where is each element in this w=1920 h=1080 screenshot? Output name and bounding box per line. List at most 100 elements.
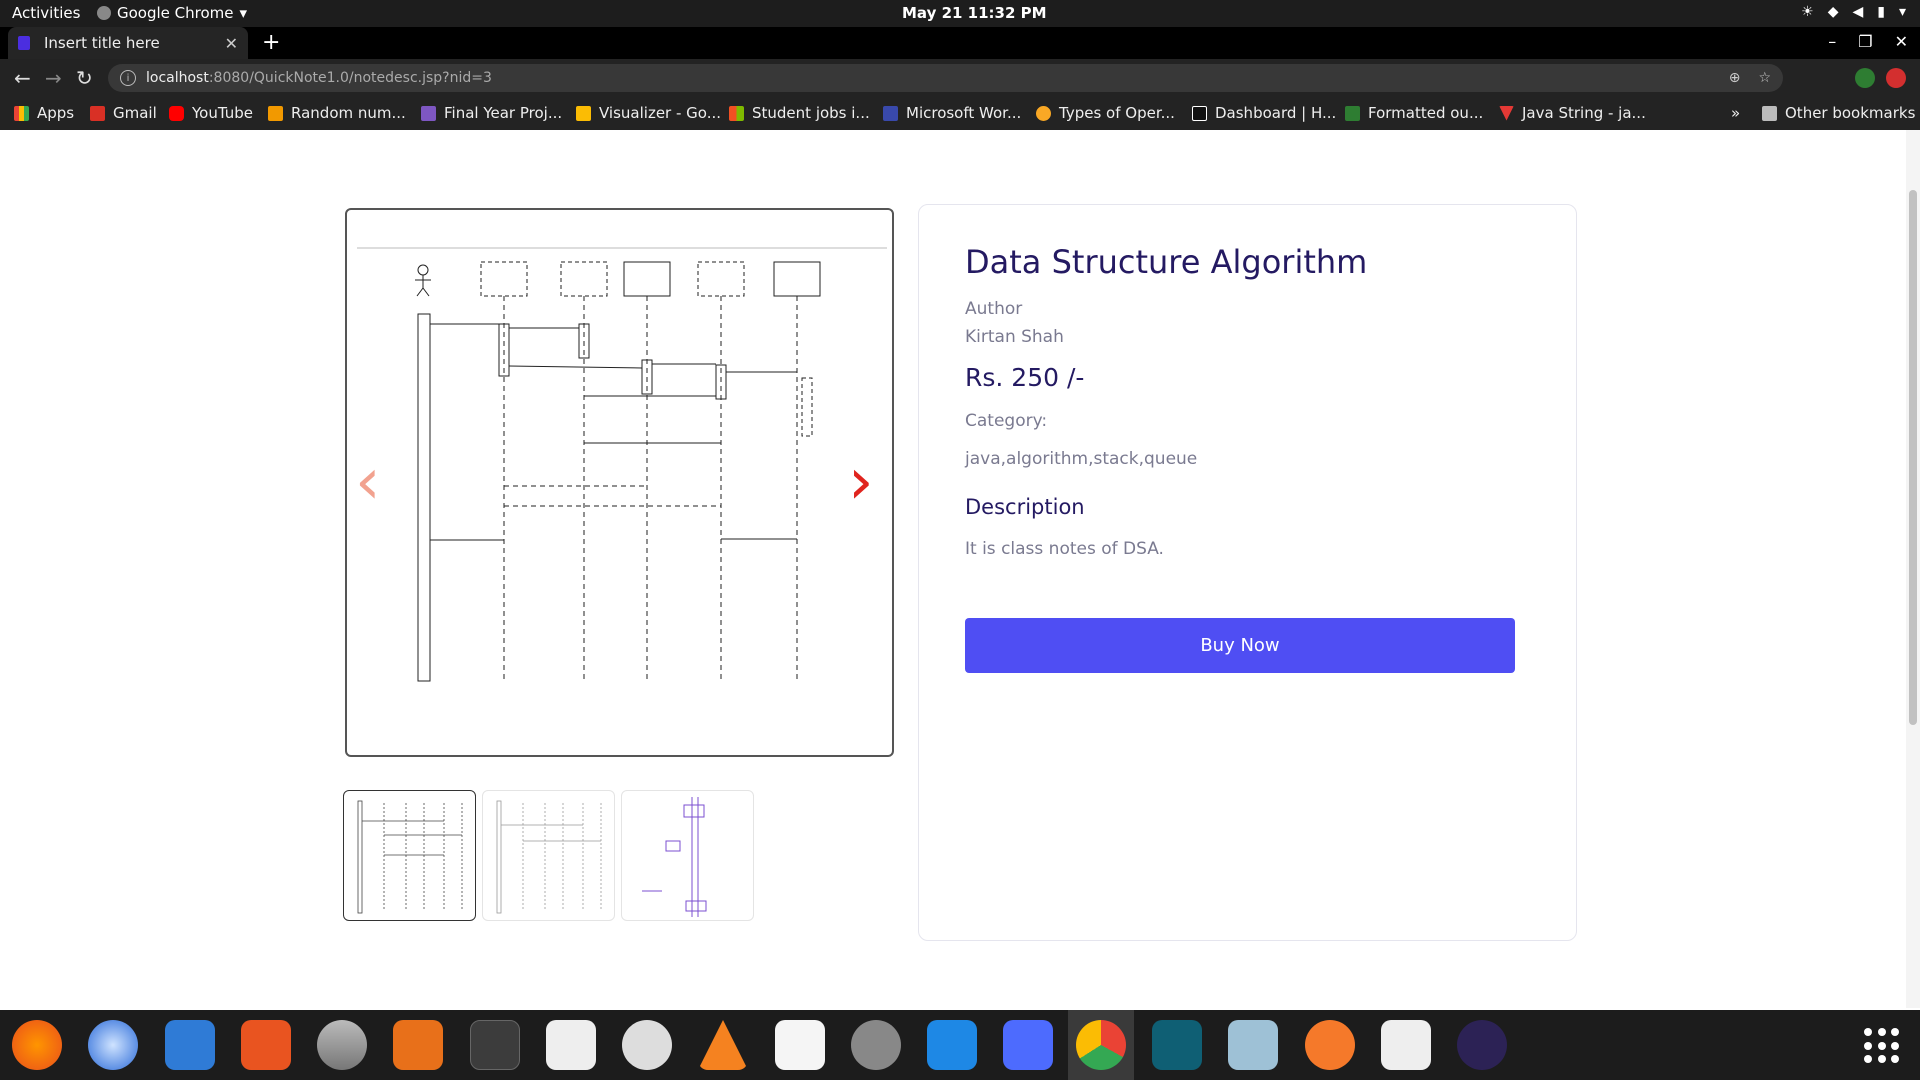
back-icon[interactable]: ← bbox=[14, 66, 31, 90]
apps-grid-icon bbox=[14, 105, 29, 121]
bookmark-final-year-proj[interactable]: Final Year Proj... bbox=[421, 104, 562, 122]
bookmark-apps[interactable]: Apps bbox=[14, 104, 74, 122]
description-heading: Description bbox=[965, 495, 1085, 519]
formatted-icon bbox=[1345, 105, 1360, 121]
doc-icon bbox=[421, 105, 436, 121]
forward-icon[interactable]: → bbox=[45, 66, 62, 90]
minimize-icon[interactable]: – bbox=[1828, 32, 1836, 51]
java-icon bbox=[1499, 105, 1514, 121]
image-viewer-icon[interactable] bbox=[622, 1020, 672, 1070]
system-tray[interactable]: ☀ ◆ ◀ ▮ ▾ bbox=[1801, 4, 1906, 20]
bookmark-youtube[interactable]: YouTube bbox=[169, 104, 253, 122]
types-icon bbox=[1036, 105, 1051, 121]
bookmark-dashboard[interactable]: Dashboard | H... bbox=[1192, 104, 1336, 122]
bookmark-random-num[interactable]: Random num... bbox=[268, 104, 406, 122]
thumbnail-diagram-image bbox=[642, 797, 707, 917]
note-preview-image bbox=[345, 208, 894, 757]
caret-down-icon: ▾ bbox=[239, 4, 248, 22]
close-window-icon[interactable]: ✕ bbox=[1895, 32, 1908, 51]
bookmark-visualizer[interactable]: Visualizer - Go... bbox=[576, 104, 721, 122]
thumbnail-2[interactable] bbox=[482, 790, 615, 921]
zoom-icon[interactable]: ⊕ bbox=[1729, 70, 1741, 86]
wifi-icon: ◆ bbox=[1827, 4, 1839, 20]
profile-extension-icon[interactable] bbox=[1886, 68, 1906, 88]
carousel-next-arrow[interactable]: › bbox=[848, 450, 874, 514]
camera-icon[interactable] bbox=[1228, 1020, 1278, 1070]
other-bookmarks-label: Other bookmarks bbox=[1785, 104, 1916, 122]
page-scrollbar[interactable] bbox=[1906, 130, 1920, 1008]
bookmarks-bar: Apps Gmail YouTube Random num... Final Y… bbox=[0, 97, 1920, 130]
word-icon bbox=[883, 105, 898, 121]
vlc-icon[interactable] bbox=[698, 1020, 748, 1070]
bookmark-java-string[interactable]: Java String - ja... bbox=[1499, 104, 1646, 122]
address-bar[interactable]: i localhost :8080/QuickNote1.0/notedesc.… bbox=[108, 64, 1783, 92]
text-editor-icon[interactable] bbox=[775, 1020, 825, 1070]
libreoffice-writer-icon[interactable] bbox=[165, 1020, 215, 1070]
software-center-icon[interactable] bbox=[241, 1020, 291, 1070]
bookmark-label: YouTube bbox=[192, 104, 253, 122]
description-text: It is class notes of DSA. bbox=[965, 539, 1164, 559]
clock[interactable]: May 21 11:32 PM bbox=[902, 4, 1047, 22]
libreoffice-impress-icon[interactable] bbox=[393, 1020, 443, 1070]
microsoft-icon bbox=[729, 105, 744, 121]
bookmark-label: Student jobs i... bbox=[752, 104, 870, 122]
carousel-prev-arrow[interactable]: ‹ bbox=[355, 450, 381, 514]
bookmark-types-of-oper[interactable]: Types of Oper... bbox=[1036, 104, 1175, 122]
thunderbird-icon[interactable] bbox=[88, 1020, 138, 1070]
random-num-icon bbox=[268, 105, 283, 121]
activities-button[interactable]: Activities bbox=[12, 4, 80, 22]
thumbnail-diagram-image bbox=[496, 800, 602, 914]
blender-icon[interactable] bbox=[1305, 1020, 1355, 1070]
intellij-icon[interactable] bbox=[1152, 1020, 1202, 1070]
note-price: Rs. 250 /- bbox=[965, 363, 1085, 392]
screenshot-icon[interactable] bbox=[1003, 1020, 1053, 1070]
tab-strip: Insert title here ✕ + – ❐ ✕ bbox=[0, 27, 1920, 59]
bookmark-label: Apps bbox=[37, 104, 75, 122]
show-applications-icon[interactable] bbox=[1864, 1028, 1900, 1064]
chrome-icon[interactable] bbox=[1076, 1020, 1126, 1070]
scrollbar-thumb[interactable] bbox=[1909, 190, 1917, 725]
settings-icon[interactable] bbox=[851, 1020, 901, 1070]
reload-icon[interactable]: ↻ bbox=[76, 66, 93, 90]
youtube-icon bbox=[169, 105, 184, 121]
bookmark-formatted-ou[interactable]: Formatted ou... bbox=[1345, 104, 1483, 122]
firefox-icon[interactable] bbox=[12, 1020, 62, 1070]
volume-icon: ◀ bbox=[1852, 4, 1864, 20]
buy-now-button[interactable]: Buy Now bbox=[965, 618, 1515, 673]
dashboard-icon bbox=[1192, 105, 1207, 121]
new-tab-button[interactable]: + bbox=[262, 30, 280, 55]
bookmark-star-icon[interactable]: ☆ bbox=[1758, 70, 1771, 86]
bookmark-gmail[interactable]: Gmail bbox=[90, 104, 157, 122]
bookmarks-overflow[interactable]: » bbox=[1731, 104, 1740, 122]
author-label: Author bbox=[965, 299, 1023, 319]
files-icon[interactable] bbox=[546, 1020, 596, 1070]
thumbnail-1[interactable] bbox=[343, 790, 476, 921]
close-tab-icon[interactable]: ✕ bbox=[225, 34, 238, 53]
app-menu[interactable]: Google Chrome ▾ bbox=[97, 4, 247, 22]
bookmark-label: Dashboard | H... bbox=[1215, 104, 1337, 122]
rhythmbox-icon[interactable] bbox=[1381, 1020, 1431, 1070]
maximize-icon[interactable]: ❐ bbox=[1858, 32, 1872, 51]
bookmark-label: Java String - ja... bbox=[1522, 104, 1646, 122]
site-info-icon[interactable]: i bbox=[120, 70, 136, 86]
thumbnail-3[interactable] bbox=[621, 790, 754, 921]
bookmark-microsoft-word[interactable]: Microsoft Wor... bbox=[883, 104, 1021, 122]
bookmark-label: Visualizer - Go... bbox=[599, 104, 722, 122]
sequence-diagram-image bbox=[357, 247, 887, 682]
category-label: Category: bbox=[965, 411, 1048, 431]
eclipse-icon[interactable] bbox=[1457, 1020, 1507, 1070]
note-details-card: Data Structure Algorithm Author Kirtan S… bbox=[918, 204, 1577, 941]
other-bookmarks[interactable]: Other bookmarks bbox=[1762, 104, 1915, 122]
taskbar-dock bbox=[0, 1010, 1920, 1080]
browser-tab[interactable]: Insert title here ✕ bbox=[8, 27, 248, 59]
url-host: localhost bbox=[146, 70, 209, 86]
thumbnail-strip bbox=[343, 790, 754, 921]
folder-icon bbox=[1762, 105, 1777, 121]
browser-toolbar: ← → ↻ i localhost :8080/QuickNote1.0/not… bbox=[0, 59, 1920, 97]
database-icon[interactable] bbox=[317, 1020, 367, 1070]
terminal-icon[interactable] bbox=[470, 1020, 520, 1070]
bookmark-student-jobs[interactable]: Student jobs i... bbox=[729, 104, 870, 122]
page-favicon-icon bbox=[18, 36, 30, 50]
extension-icon[interactable] bbox=[1855, 68, 1875, 88]
vscode-icon[interactable] bbox=[927, 1020, 977, 1070]
